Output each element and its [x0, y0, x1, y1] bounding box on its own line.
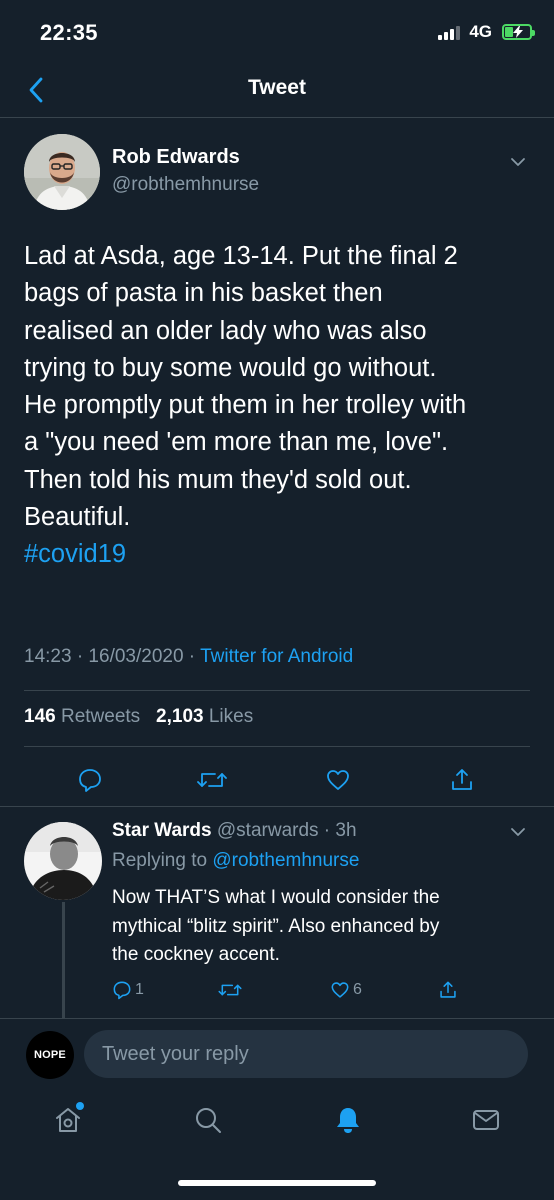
likes-stat[interactable]: 2,103 Likes	[156, 706, 253, 727]
retweets-stat[interactable]: 146 Retweets	[24, 706, 140, 727]
search-icon	[196, 1108, 221, 1133]
reply-author-name[interactable]: Star Wards	[112, 820, 212, 841]
tweet-options-button[interactable]	[506, 150, 530, 174]
share-icon	[452, 769, 472, 790]
replying-to-mention[interactable]: @robthemhnurse	[212, 850, 359, 871]
reply-author-meta: @starwards · 3h	[216, 820, 357, 841]
divider	[0, 1018, 554, 1019]
tab-home[interactable]	[46, 1098, 90, 1142]
status-bar: 22:35 4G	[0, 0, 554, 64]
battery-icon	[502, 24, 535, 40]
tweet-text-line: He promptly put them in her trolley with	[24, 391, 467, 420]
tweet-text: Lad at Asda, age 13-14. Put the final 2 …	[24, 238, 534, 574]
home-indicator	[178, 1180, 376, 1186]
divider	[24, 746, 530, 747]
tweet-text-line: a "you need 'em more than me, love".	[24, 428, 449, 457]
tweet-author: Rob Edwards @robthemhnurse	[24, 132, 530, 212]
reply-reply-button[interactable]: 1	[112, 976, 144, 1004]
tab-search[interactable]	[186, 1098, 230, 1142]
tweet-text-line: Beautiful.	[24, 503, 131, 532]
chevron-down-icon	[511, 158, 525, 166]
reply-header: Star Wards @starwards · 3h	[112, 820, 357, 842]
tweet-timestamp: 14:23 · 16/03/2020 ·	[24, 646, 196, 667]
author-avatar-image	[24, 134, 100, 210]
reply-reply-count: 1	[135, 981, 144, 998]
retweets-count: 146	[24, 706, 56, 727]
tab-notifications[interactable]	[326, 1098, 370, 1142]
page-title: Tweet	[248, 76, 306, 99]
notifications-icon	[337, 1108, 359, 1133]
divider	[0, 806, 554, 807]
replying-to: Replying to @robthemhnurse	[112, 850, 359, 872]
reply-icon	[79, 769, 101, 792]
reply-avatar-image	[24, 822, 102, 900]
tweet-text-line: Lad at Asda, age 13-14. Put the final 2	[24, 242, 458, 270]
current-user-avatar[interactable]: NOPE	[26, 1031, 74, 1079]
reply-author-avatar[interactable]	[24, 822, 102, 900]
retweets-label: Retweets	[60, 706, 141, 727]
tweet-meta: 14:23 · 16/03/2020 · Twitter for Android	[24, 646, 353, 668]
reply-text-line: the cockney accent.	[112, 944, 280, 965]
reply-share-button[interactable]	[438, 976, 458, 1004]
share-button[interactable]	[444, 762, 480, 798]
signal-strength-icon	[438, 24, 461, 40]
chevron-down-icon	[511, 828, 525, 836]
reply-like-count: 6	[353, 981, 362, 998]
new-content-dot	[76, 1102, 84, 1110]
replying-to-label: Replying to	[112, 850, 208, 871]
reply-input[interactable]	[84, 1030, 528, 1078]
reply-text-line: mythical “blitz spirit”. Also enhanced b…	[112, 915, 440, 937]
retweet-button[interactable]	[194, 762, 230, 798]
like-icon	[327, 770, 349, 790]
likes-count: 2,103	[156, 706, 204, 727]
messages-icon	[473, 1110, 499, 1130]
status-indicators: 4G	[438, 22, 535, 42]
reply-text-line: Now THAT’S what I would consider the	[112, 887, 440, 908]
share-icon	[440, 981, 456, 998]
reply-text: Now THAT’S what I would consider the myt…	[112, 884, 522, 970]
tweet-text-line: realised an older lady who was also	[24, 316, 427, 345]
reply-retweet-button[interactable]	[218, 976, 242, 1004]
author-avatar[interactable]	[24, 134, 100, 210]
like-icon	[331, 982, 349, 998]
tab-messages[interactable]	[464, 1098, 508, 1142]
tweet-stats: 146 Retweets 2,103 Likes	[24, 706, 253, 728]
tab-bar	[0, 1090, 554, 1152]
tweet-action-bar	[0, 760, 554, 800]
retweet-icon	[218, 984, 242, 996]
author-handle[interactable]: @robthemhnurse	[112, 174, 259, 196]
network-type: 4G	[469, 22, 492, 41]
retweet-icon	[197, 773, 227, 787]
likes-label: Likes	[208, 706, 254, 727]
tweet-text-line: trying to buy some would go without.	[24, 353, 437, 382]
hashtag-link[interactable]: #covid19	[24, 536, 534, 573]
tweet-text-line: Then told his mum they'd sold out.	[24, 465, 412, 494]
reply-icon	[113, 981, 131, 1000]
divider	[24, 690, 530, 691]
reply-like-button[interactable]: 6	[330, 976, 362, 1004]
reply-action-bar: 1 6	[0, 976, 554, 1004]
reply-button[interactable]	[72, 762, 108, 798]
charging-bolt-icon	[513, 26, 523, 38]
status-time: 22:35	[40, 20, 98, 45]
navigation-bar: Tweet	[0, 64, 554, 118]
tweet-source-link[interactable]: Twitter for Android	[200, 646, 353, 667]
like-button[interactable]	[320, 762, 356, 798]
reply-options-button[interactable]	[506, 820, 530, 844]
author-name[interactable]: Rob Edwards	[112, 146, 240, 169]
tweet-detail-screen: 22:35 4G Tweet Rob Edwards @robthemhnurs…	[0, 0, 554, 1200]
tweet-text-line: bags of pasta in his basket then	[24, 279, 383, 308]
